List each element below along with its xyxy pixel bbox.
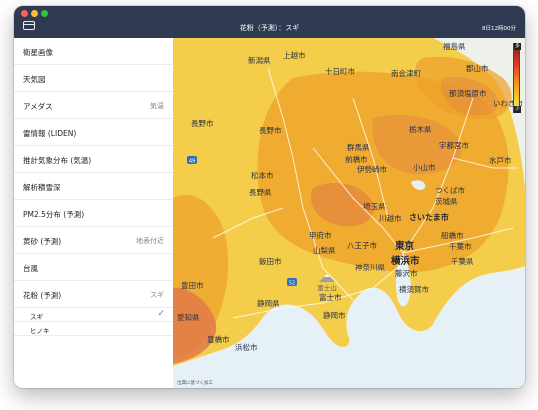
place-label: 松本市 bbox=[251, 170, 274, 180]
pollen-map[interactable]: 49 52 富士山 福島県 新潟県 上越市 十日町市 南会津町 郡山市 いわき市 bbox=[173, 38, 525, 388]
map-credit: 出典に基づく加工 bbox=[177, 381, 213, 386]
place-label: 富士市 bbox=[319, 292, 342, 302]
layer-item-yellow-sand[interactable]: 黄砂 (予測) 地表付近 bbox=[14, 227, 173, 254]
place-label: 飯田市 bbox=[259, 256, 282, 266]
legend-low-label: 少 bbox=[514, 106, 521, 113]
place-label: 十日町市 bbox=[325, 66, 355, 76]
place-label: 茨城県 bbox=[435, 196, 458, 206]
place-label: 船橋市 bbox=[441, 230, 464, 240]
place-label: 福島県 bbox=[443, 41, 466, 51]
place-label: 前橋市 bbox=[345, 154, 368, 164]
close-window-button[interactable] bbox=[21, 10, 28, 17]
place-label: 豊橋市 bbox=[207, 334, 230, 344]
place-label: 千葉市 bbox=[449, 241, 472, 251]
place-label: 長野市 bbox=[259, 125, 282, 135]
place-label: 栃木県 bbox=[409, 124, 432, 134]
place-label: 郡山市 bbox=[466, 63, 489, 73]
place-label: 東京 bbox=[394, 240, 415, 252]
pollen-option-sugi[interactable]: スギ ✓ bbox=[14, 308, 173, 322]
svg-text:富士山: 富士山 bbox=[317, 283, 337, 292]
layer-item-pm25[interactable]: PM2.5分布 (予測) bbox=[14, 200, 173, 227]
layer-item-estimated-distribution[interactable]: 推計気象分布 (気温) bbox=[14, 146, 173, 173]
place-label: さいたま市 bbox=[409, 212, 449, 222]
layer-item-label: 解析積雪深 bbox=[23, 183, 61, 192]
place-label: 山梨県 bbox=[313, 245, 336, 255]
layer-item-value: 気温 bbox=[150, 102, 164, 110]
place-label: 南会津町 bbox=[391, 68, 421, 78]
place-label: 横須賀市 bbox=[399, 284, 429, 294]
place-label: 静岡県 bbox=[257, 298, 280, 308]
app-window: 花粉（予測）：スギ 8日12時00分 衛星画像 天気図 アメダス 気温 雷情報 … bbox=[14, 6, 525, 388]
place-label: 豊田市 bbox=[181, 280, 204, 290]
place-label: つくば市 bbox=[435, 185, 465, 195]
place-label: 甲府市 bbox=[309, 230, 332, 240]
place-label: 静岡市 bbox=[323, 310, 346, 320]
place-label: 横浜市 bbox=[391, 255, 420, 267]
road-shield-52: 52 bbox=[287, 278, 297, 287]
window-title: 花粉（予測）：スギ bbox=[239, 24, 300, 32]
map-canvas[interactable]: 49 52 富士山 福島県 新潟県 上越市 十日町市 南会津町 郡山市 いわき市 bbox=[173, 38, 525, 388]
layer-item-weather-chart[interactable]: 天気図 bbox=[14, 65, 173, 92]
layer-item-label: 雷情報 (LIDEN) bbox=[23, 129, 77, 138]
layer-item-satellite[interactable]: 衛星画像 bbox=[14, 38, 173, 65]
layer-item-lightning[interactable]: 雷情報 (LIDEN) bbox=[14, 119, 173, 146]
pollen-level-legend: 多 少 bbox=[513, 43, 521, 113]
layer-item-label: 衛星画像 bbox=[23, 48, 53, 57]
layer-item-label: 台風 bbox=[23, 264, 38, 273]
place-label: 伊勢崎市 bbox=[357, 164, 387, 174]
title-bar: 花粉（予測）：スギ 8日12時00分 bbox=[14, 6, 525, 38]
layer-item-label: PM2.5分布 (予測) bbox=[23, 210, 85, 219]
layer-sidebar: 衛星画像 天気図 アメダス 気温 雷情報 (LIDEN) 推計気象分布 (気温)… bbox=[14, 38, 174, 388]
place-label: 浜松市 bbox=[235, 342, 258, 352]
svg-text:49: 49 bbox=[189, 159, 195, 165]
layer-item-value: スギ bbox=[150, 291, 164, 299]
layer-item-amedas[interactable]: アメダス 気温 bbox=[14, 92, 173, 119]
road-shield-49: 49 bbox=[187, 156, 197, 165]
layer-item-pollen[interactable]: 花粉 (予測) スギ bbox=[14, 281, 173, 308]
layer-item-label: アメダス bbox=[23, 102, 53, 111]
place-label: 新潟県 bbox=[248, 55, 271, 65]
layer-item-snow-depth[interactable]: 解析積雪深 bbox=[14, 173, 173, 200]
place-label: 宇都宮市 bbox=[439, 140, 469, 150]
place-label: 愛知県 bbox=[177, 312, 200, 322]
place-label: 群馬県 bbox=[347, 142, 370, 152]
place-label: 藤沢市 bbox=[395, 268, 418, 278]
place-label: 水戸市 bbox=[489, 155, 512, 165]
layer-item-label: 推計気象分布 (気温) bbox=[23, 156, 92, 165]
place-label: 長野市 bbox=[191, 118, 214, 128]
place-label: 神奈川県 bbox=[355, 262, 385, 272]
place-label: 川越市 bbox=[379, 213, 402, 223]
legend-high-label: 多 bbox=[514, 43, 521, 50]
place-label: 長野県 bbox=[249, 188, 272, 197]
pollen-option-hinoki[interactable]: ヒノキ bbox=[14, 322, 173, 336]
place-label: 八王子市 bbox=[347, 240, 377, 250]
place-label: 埼玉県 bbox=[363, 201, 386, 211]
place-label: 千葉県 bbox=[451, 256, 474, 266]
forecast-timestamp: 8日12時00分 bbox=[482, 26, 516, 32]
pollen-option-label: ヒノキ bbox=[30, 327, 50, 335]
pollen-option-label: スギ bbox=[30, 313, 43, 321]
place-label: 那須塩原市 bbox=[449, 88, 487, 98]
place-label: 上越市 bbox=[283, 50, 306, 60]
zoom-window-button[interactable] bbox=[41, 10, 48, 17]
minimize-window-button[interactable] bbox=[31, 10, 38, 17]
layer-item-label: 花粉 (予測) bbox=[23, 291, 62, 300]
layer-item-value: 地表付近 bbox=[136, 237, 164, 245]
layer-item-typhoon[interactable]: 台風 bbox=[14, 254, 173, 281]
place-label: 小山市 bbox=[413, 162, 436, 172]
svg-text:52: 52 bbox=[289, 281, 295, 287]
layer-item-label: 天気図 bbox=[23, 75, 46, 84]
layer-item-label: 黄砂 (予測) bbox=[23, 237, 62, 246]
checkmark-icon: ✓ bbox=[157, 309, 165, 319]
